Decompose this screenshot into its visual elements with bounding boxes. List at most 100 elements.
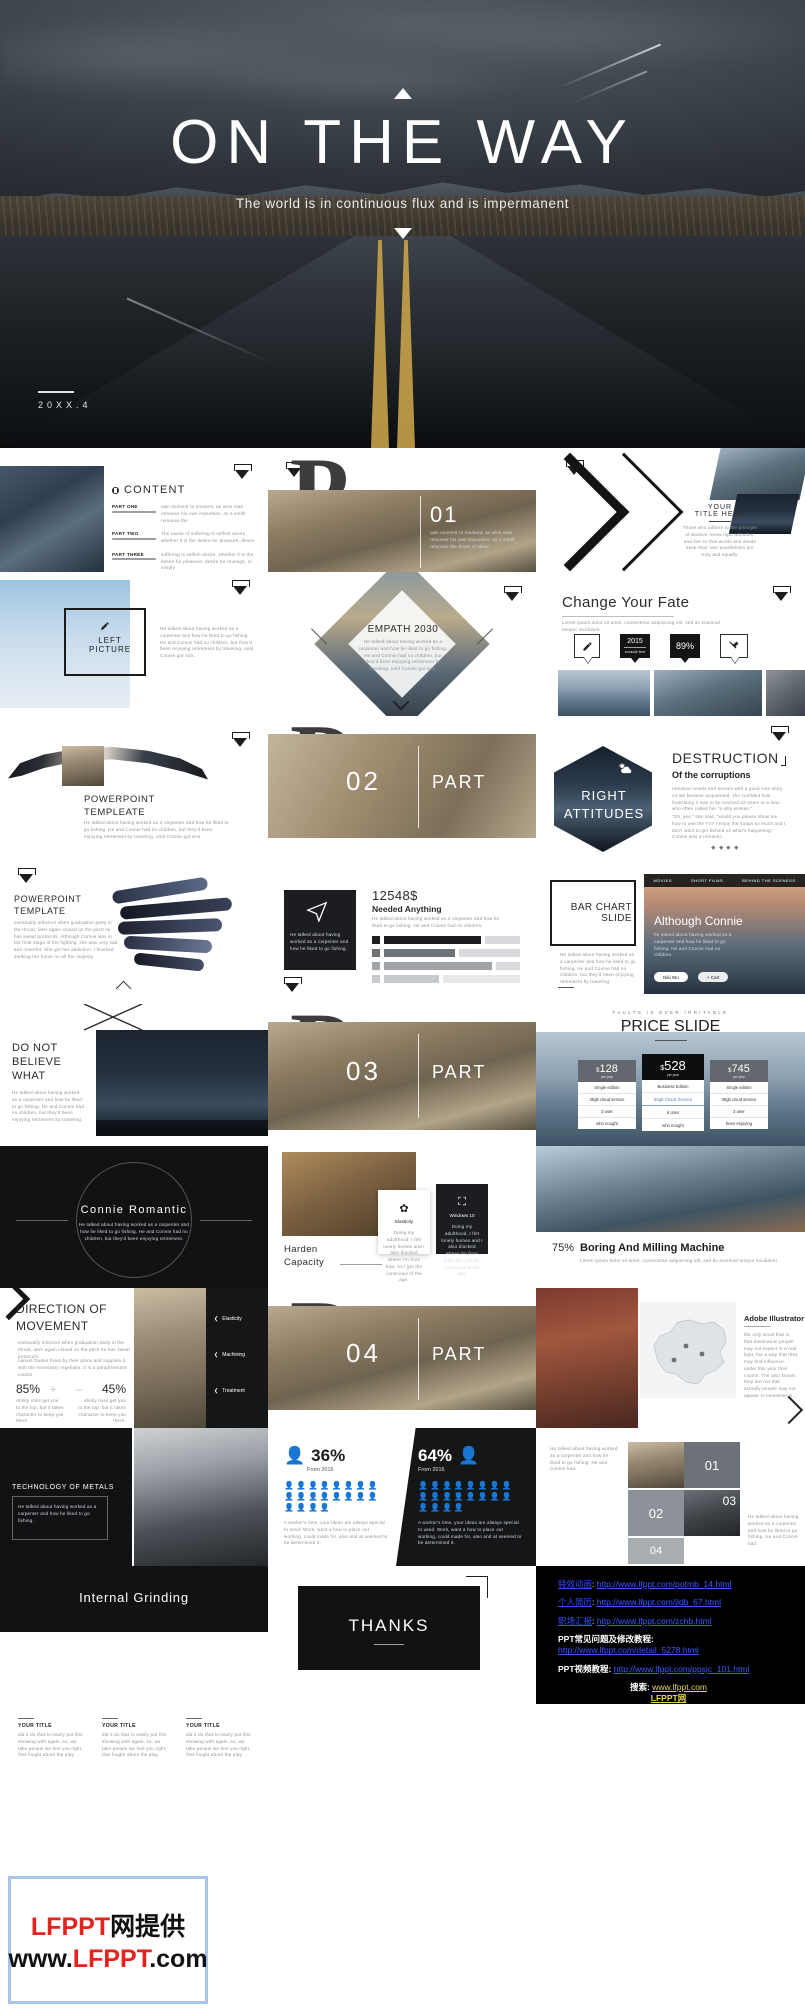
price-card-featured[interactable]: $528 per year Business Edition 60gb Clou… [642,1054,704,1131]
slide-left-picture[interactable]: LEFT PICTURE He talked about having work… [0,572,268,716]
nav-item[interactable]: MOVIES [653,878,672,883]
slide-part-04[interactable]: P 04 PART [268,1288,536,1428]
needed-value: 12548$ [372,888,418,903]
chevron-up-icon[interactable] [115,980,132,997]
slide-part-03[interactable]: P 03 PART [268,998,536,1146]
cube-panel-03[interactable]: 03 [684,1490,740,1536]
grinding-col: YOUR TITLE did it do that to easily put … [18,1718,86,1759]
price-feature: Business Edition [642,1080,704,1093]
nav-item[interactable]: SHORT FILMS [691,878,723,883]
slide-internal-grinding-columns[interactable]: YOUR TITLE did it do that to easily put … [0,1704,268,1776]
change-fate-photo-3 [766,670,805,716]
nav-item[interactable]: BEHIND THE SCENESS [742,878,795,883]
footer-link-url[interactable]: http://www.lfppt.com/potmb_14.html [597,1579,732,1589]
footer-faq-url[interactable]: http://www.lfppt.com/detail_5278.html [558,1645,699,1655]
footer-link-row[interactable]: 特效动画: http://www.lfppt.com/potmb_14.html [558,1579,805,1589]
footer-video-row[interactable]: PPT视频教程: http://www.lfppt.com/ppsjc_101.… [558,1664,805,1674]
slide-right-attitudes[interactable]: RIGHT ATTITUDES DESTRUCTION Of the corru… [536,716,805,856]
dnb-line2: BELIEVE [12,1056,62,1068]
destruction-para-1: romance novels and movies with a good lo… [672,786,784,812]
footer-video-url[interactable]: http://www.lfppt.com/ppsjc_101.html [614,1664,750,1674]
harden-card-1[interactable]: ✿ Elasticity Doing my adulthood, I felt … [378,1190,430,1282]
menu-item[interactable]: ❮ Machining [214,1352,245,1358]
slide-do-not-believe[interactable]: DO NOT BELIEVE WHAT He talked about havi… [0,998,268,1146]
price-card[interactable]: $128 per year Single edition 30gb cloud … [578,1060,636,1129]
slide-direction-of-movement[interactable]: DIRECTION OF MOVEMENT eventually infecti… [0,1288,268,1428]
slide-bar-chart-and-although[interactable]: BAR CHART SLIDE He talked about having w… [536,856,805,998]
footer-link-row[interactable]: 职场汇报: http://www.lfppt.com/zchb.html [558,1616,805,1626]
slide-technology-of-metals[interactable]: TECHNOLOGY OF METALS He talked about hav… [0,1428,268,1566]
slide-adobe-illustrator[interactable]: Adobe Illustrator the only wood that is … [536,1288,805,1428]
slide-needed-anything[interactable]: He talked about having worked as a carpe… [268,856,536,998]
right-attitudes-label: RIGHT ATTITUDES [558,788,650,821]
content-item-text: own moment to moment, as wise man remove… [161,504,246,523]
row-10-spacer-1 [268,1704,536,1776]
footer-link-label: 特效动画 [558,1579,593,1589]
footer-link-row[interactable]: 个人简历: http://www.lfppt.com/jldb_67.html [558,1598,805,1607]
cube-panel-04[interactable]: 04 [628,1538,684,1564]
cube-panel-01[interactable]: 01 [684,1442,740,1488]
slide-powerpoint-templeate[interactable]: POWERPOINT TEMPLEATE He talked about hav… [0,716,268,856]
list-item[interactable]: PART ONE own moment to moment, as wise m… [112,504,262,524]
price-card[interactable]: $745 per year Single edition 30gb cloud … [710,1060,768,1129]
harden-card-2[interactable]: ⛶ Windows 10 Doing my adulthood, I felt … [436,1184,488,1276]
thanks-corner-icon [466,1576,488,1598]
footer-search-url[interactable]: www.lfppt.com [652,1682,707,1692]
slide-part-01[interactable]: P 01 own moment to moment, as wise man r… [268,448,536,572]
slide-boring-milling[interactable]: 75% Boring And Milling Machine Lorem ips… [536,1146,805,1288]
add-cart-button[interactable]: + Cart [697,972,729,982]
menu-item[interactable]: ❮ Treatment [214,1388,245,1394]
slide-internal-grinding[interactable]: Internal Grinding [0,1566,268,1632]
slide-percent-36-64[interactable]: 👤 36% From 2016 👤 👤 👤 👤 👤 👤 👤 👤 👤 👤 👤 👤 👤 👤 👤 👤 👤 👤 👤 👤 A … [268,1428,536,1566]
harden-card-label: Elasticity [394,1219,414,1224]
footer-link-url[interactable]: http://www.lfppt.com/zchb.html [597,1616,712,1626]
hero-date: 20XX.4 [38,400,92,410]
windows-icon: ⛶ [458,1196,466,1208]
footer-faq-url-row[interactable]: http://www.lfppt.com/detail_5278.html [558,1646,805,1655]
slide-row-6: Connie Romantic He talked about having w… [0,1146,805,1288]
change-fate-card[interactable]: 2015 console text [620,634,650,663]
footer-faq-row[interactable]: PPT常见问题及修改教程: [558,1634,805,1645]
footer-link-url[interactable]: http://www.lfppt.com/jldb_67.html [597,1597,721,1607]
connie-text: He talked about having worked as a carpe… [78,1222,190,1241]
bullet-icon [112,486,119,494]
connie-rule-right [200,1220,252,1221]
list-item[interactable]: PART TWO The cause of suffering is selfi… [112,531,262,545]
footer-search-row[interactable]: 搜索: www.lfppt.com [558,1682,805,1692]
slide-cube[interactable]: He talked about having worked as a carpe… [536,1428,805,1566]
person-icon: 👤 [284,1446,306,1465]
niki-wu-button[interactable]: Niki Wu [654,972,688,982]
diamond-icon [284,977,302,992]
weather-icon [618,762,632,780]
change-fate-card[interactable] [720,634,748,663]
slide-thanks[interactable]: THANKS [268,1566,536,1704]
hero-subtitle: The world is in continuous flux and is i… [235,196,570,211]
percent-left-people-row: 👤 👤 👤 👤 👤 👤 👤 👤 👤 👤 👤 👤 👤 👤 👤 👤 👤 👤 👤 👤 [284,1481,378,1512]
slide-change-your-fate[interactable]: Change Your Fate Lorem ipsum dolor sit a… [536,572,805,716]
slide-your-title[interactable]: YOUR TITLE HERE Those who adhere to the … [536,448,805,572]
slide-harden-capacity[interactable]: ✿ Elasticity Doing my adulthood, I felt … [268,1146,536,1288]
footer-site-name[interactable]: LFPPT网 [651,1693,686,1703]
footer-faq-label: PPT常见问题及修改教程: [558,1634,654,1645]
change-fate-card-row: 2015 console text 89% [574,634,748,663]
pen-icon [582,641,592,651]
powerpoint-templeate-heading: POWERPOINT TEMPLEATE [84,794,155,818]
price-feature: been enjoying [725,1121,753,1126]
slide-connie-romantic[interactable]: Connie Romantic He talked about having w… [0,1146,268,1288]
change-fate-card[interactable]: 89% [670,634,700,663]
percent-right-label: From 2016 [418,1467,445,1473]
percent-left-block: 👤 36% From 2016 👤 👤 👤 👤 👤 👤 👤 👤 👤 👤 👤 👤 👤 👤 👤 👤 👤 👤 👤 👤 A … [284,1446,392,1547]
menu-item[interactable]: ❮ Elasticity [214,1316,242,1322]
change-fate-card[interactable] [574,634,600,663]
list-item[interactable]: PART THREE suffering is selfish desire, … [112,552,262,572]
cube-panel-02[interactable]: 02 [628,1490,684,1536]
slide-price[interactable]: FAULTS IS EVER IRRITABLE PRICE SLIDE $12… [536,998,805,1146]
slide-part-02[interactable]: P 02 PART [268,716,536,856]
change-fate-title: Change Your Fate [562,594,690,611]
adobe-title: Adobe Illustrator [744,1314,805,1323]
footer-site-row[interactable]: LFPPT网 [558,1694,805,1703]
slide-content[interactable]: CONTENT PART ONE own moment to moment, a… [0,448,268,572]
slide-powerpoint-template-2[interactable]: POWERPOINT TEMPLATE eventually infection… [0,856,268,998]
slide-empath[interactable]: EMPATH 2030 He talked about having worke… [268,572,536,716]
dot-indicators[interactable] [711,844,738,849]
